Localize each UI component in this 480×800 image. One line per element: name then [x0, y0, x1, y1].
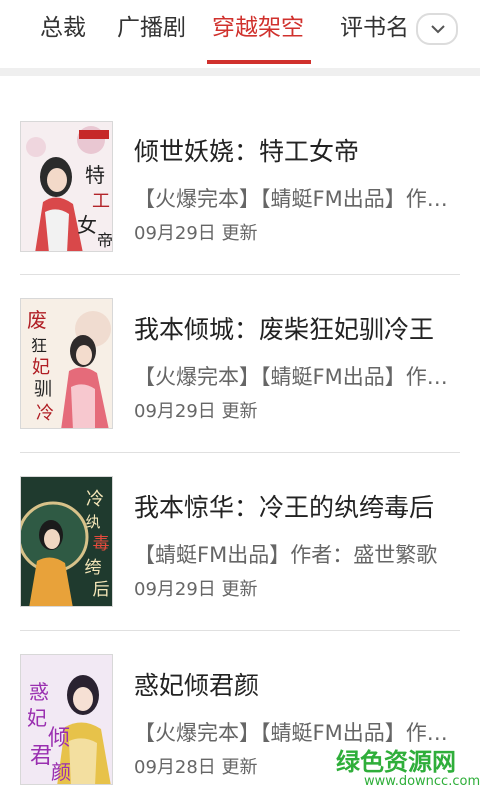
chevron-down-icon [431, 25, 445, 34]
book-cover: 惑 妃 倾 君 颜 [20, 654, 113, 785]
svg-text:绔: 绔 [85, 558, 102, 578]
svg-text:冷: 冷 [86, 489, 104, 510]
book-title: 惑妃倾君颜 [134, 671, 260, 700]
svg-text:颜: 颜 [51, 760, 71, 784]
expand-tabs-button[interactable] [416, 13, 458, 45]
svg-text:毒: 毒 [93, 534, 110, 554]
svg-text:工: 工 [92, 191, 110, 212]
book-title: 倾世妖娆：特工女帝 [134, 137, 360, 166]
book-item[interactable]: 冷 纨 毒 绔 后 我本惊华：冷王的纨绔毒后 【蜻蜓FM出品】作者：盛世繁歌 0… [0, 432, 480, 610]
cover-title: 特 [85, 163, 105, 187]
book-cover: 冷 纨 毒 绔 后 [20, 476, 113, 607]
site-watermark: 绿色资源网 www.downcc.com [336, 742, 480, 794]
svg-text:狂: 狂 [31, 336, 47, 355]
book-description: 【蜻蜓FM出品】作者：盛世繁歌 [134, 543, 438, 567]
svg-text:驯: 驯 [34, 379, 52, 400]
tab-pingshu[interactable]: 评书名 [340, 8, 409, 42]
book-title: 我本倾城：废柴狂妃驯冷王 [134, 315, 435, 344]
svg-text:君: 君 [30, 744, 52, 769]
svg-text:后: 后 [93, 580, 110, 600]
book-cover: 特 工 女 帝 [20, 121, 113, 252]
watermark-name: 绿色资源网 [336, 748, 456, 776]
svg-text:帝: 帝 [97, 231, 113, 250]
book-description: 【火爆完本】【蜻蜓FM出品】作者： [134, 187, 464, 211]
book-description: 【火爆完本】【蜻蜓FM出品】作者： [134, 365, 464, 389]
book-update-date: 09月28日 更新 [134, 757, 258, 778]
svg-text:妃: 妃 [32, 357, 50, 378]
tab-list: 总裁 广播剧 穿越架空 评书名 [0, 0, 410, 68]
svg-text:惑: 惑 [29, 680, 49, 704]
book-cover: 废 狂 妃 驯 冷 [20, 298, 113, 429]
tab-guangboju[interactable]: 广播剧 [117, 8, 186, 42]
svg-text:女: 女 [77, 213, 97, 237]
svg-text:冷: 冷 [36, 403, 54, 424]
header-divider [0, 68, 480, 76]
category-tab-bar: 总裁 广播剧 穿越架空 评书名 [0, 0, 480, 68]
book-item[interactable]: 废 狂 妃 驯 冷 我本倾城：废柴狂妃驯冷王 【火爆完本】【蜻蜓FM出品】作者：… [0, 254, 480, 432]
svg-text:纨: 纨 [85, 513, 100, 531]
tab-zongcai[interactable]: 总裁 [40, 8, 86, 42]
watermark-url: www.downcc.com [364, 774, 480, 789]
book-update-date: 09月29日 更新 [134, 401, 258, 422]
book-title: 我本惊华：冷王的纨绔毒后 [134, 493, 435, 522]
tab-chuanyue-jiakong[interactable]: 穿越架空 [212, 8, 304, 42]
book-update-date: 09月29日 更新 [134, 223, 258, 244]
book-update-date: 09月29日 更新 [134, 579, 258, 600]
svg-text:废: 废 [27, 308, 47, 332]
active-tab-indicator [207, 60, 311, 64]
book-item[interactable]: 特 工 女 帝 倾世妖娆：特工女帝 【火爆完本】【蜻蜓FM出品】作者： 09月2… [0, 76, 480, 254]
svg-text:妃: 妃 [27, 706, 47, 730]
